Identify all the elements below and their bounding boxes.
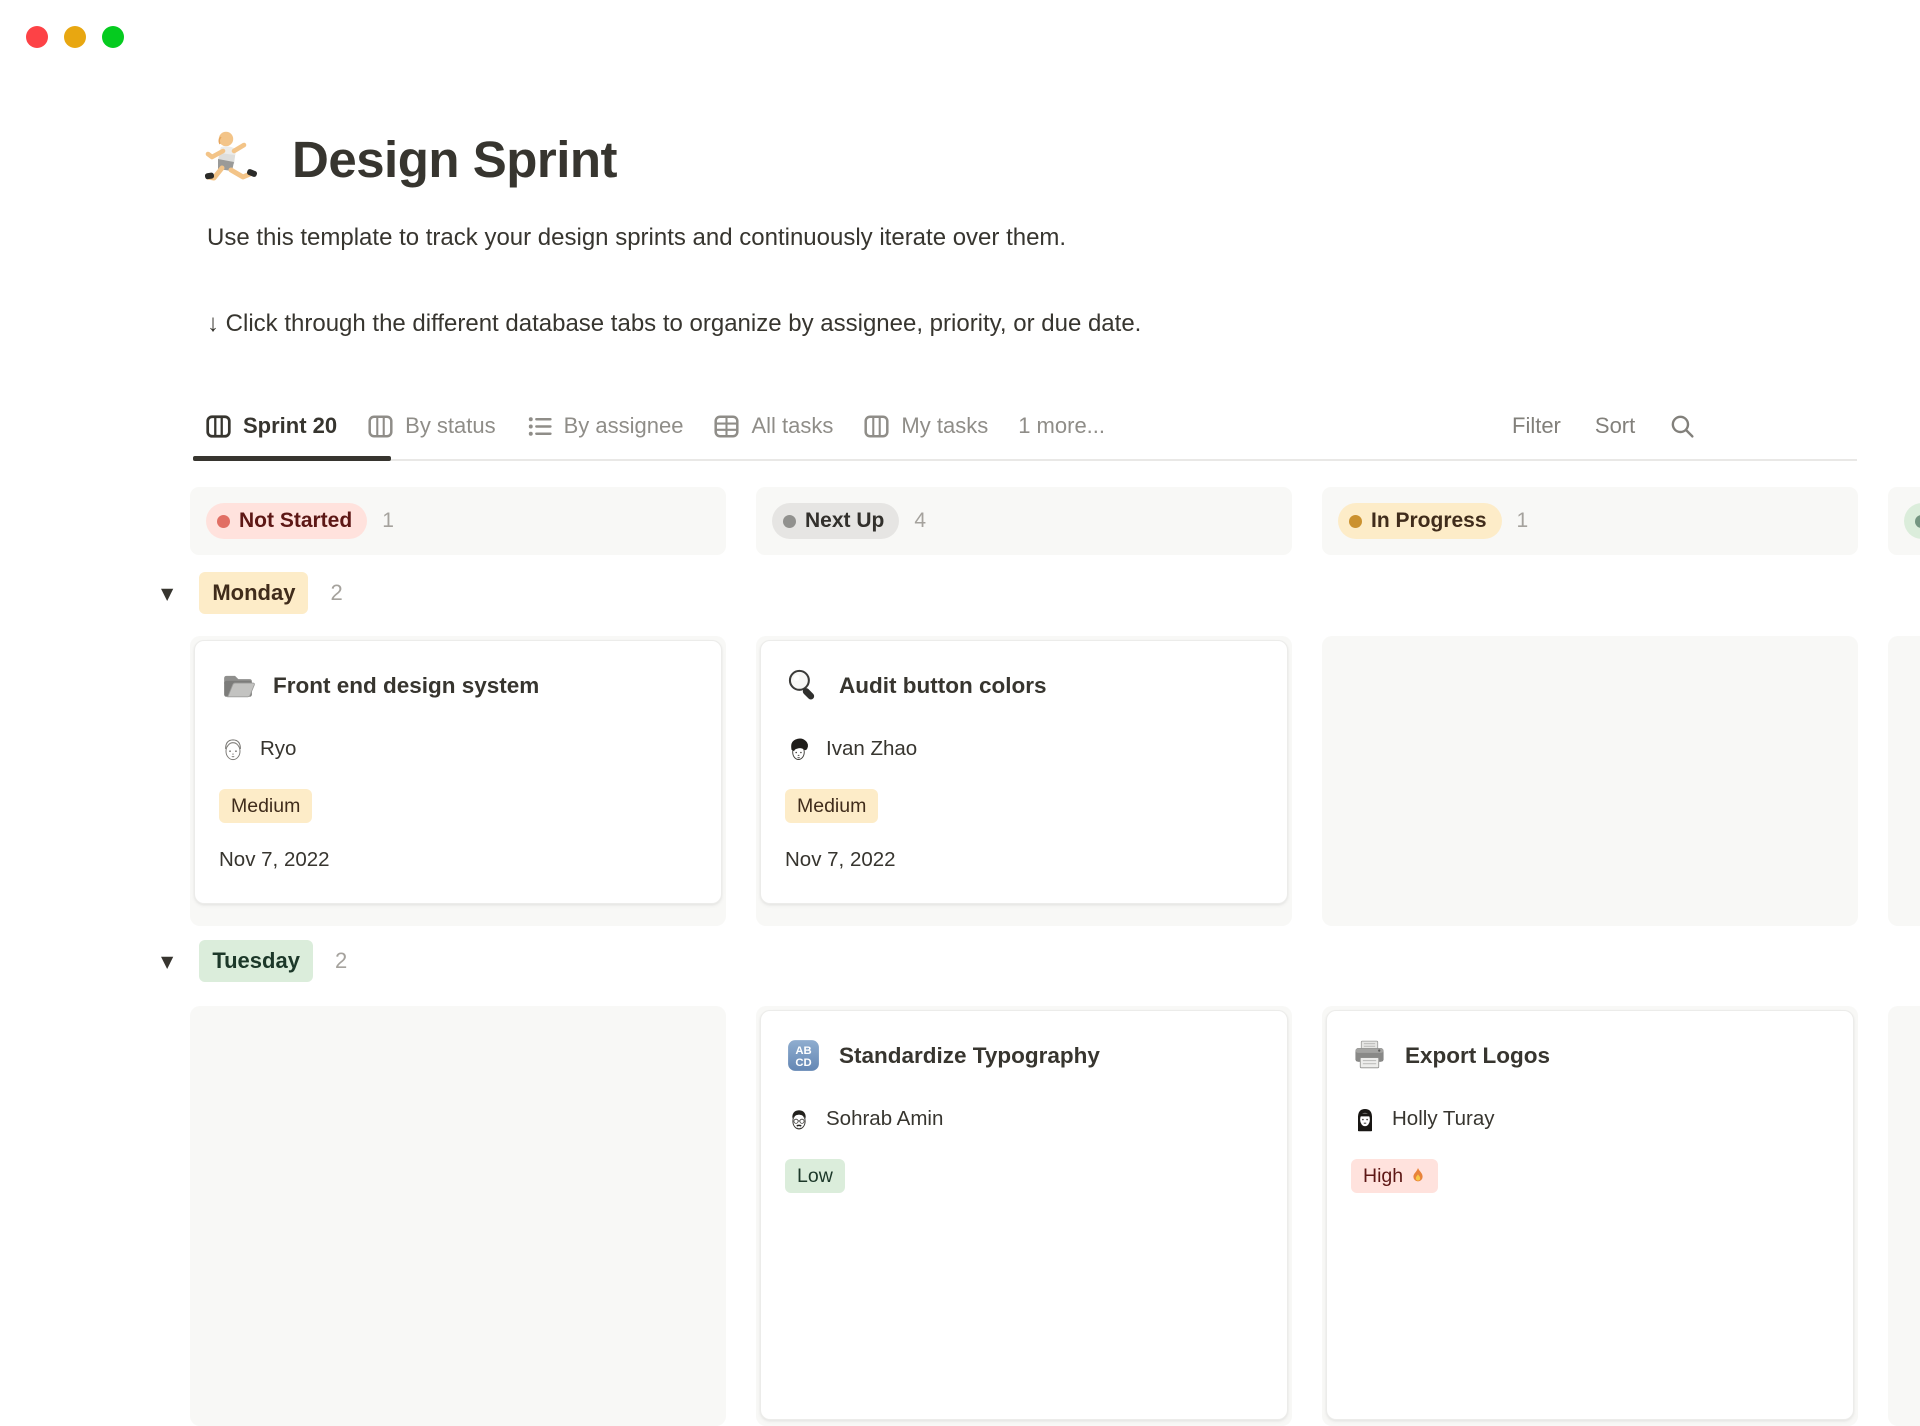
card-title: Standardize Typography <box>839 1043 1100 1069</box>
assignee-name: Sohrab Amin <box>826 1107 943 1131</box>
board-icon <box>367 413 394 440</box>
column-count: 4 <box>914 509 926 533</box>
column-header-in-progress: In Progress 1 <box>1322 487 1858 555</box>
board-cell: Export Logos Holly Turay High <box>1322 1006 1858 1426</box>
runner-icon[interactable] <box>205 128 269 192</box>
board-cell: Front end design system Ryo Medium Nov <box>190 636 726 926</box>
sohrab-avatar <box>785 1105 813 1133</box>
filter-button[interactable]: Filter <box>1512 413 1561 439</box>
group-badge[interactable]: Tuesday <box>199 940 313 982</box>
column-header-next-up: Next Up 4 <box>756 487 1292 555</box>
page-description[interactable]: Use this template to track your design s… <box>207 224 1066 252</box>
group-count: 2 <box>330 580 342 606</box>
card-title: Audit button colors <box>839 673 1046 699</box>
group-badge[interactable]: Monday <box>199 572 308 614</box>
tab-my-tasks[interactable]: My tasks <box>863 413 988 440</box>
assignee-name: Holly Turay <box>1392 1107 1495 1131</box>
board-icon <box>205 413 232 440</box>
priority-badge: Medium <box>219 789 312 823</box>
status-pill[interactable] <box>1904 503 1920 539</box>
tab-all-tasks[interactable]: All tasks <box>713 413 833 440</box>
due-date: Nov 7, 2022 <box>785 848 1263 872</box>
printer-icon <box>1351 1037 1388 1074</box>
board-cell-empty <box>1888 636 1920 926</box>
card-title: Export Logos <box>1405 1043 1550 1069</box>
status-pill[interactable]: Next Up <box>772 503 899 539</box>
magnifier-icon <box>785 667 822 704</box>
traffic-light-minimize[interactable] <box>64 26 86 48</box>
board-cell-empty <box>190 1006 726 1426</box>
task-card[interactable]: Export Logos Holly Turay High <box>1326 1010 1854 1420</box>
task-card[interactable]: Front end design system Ryo Medium Nov <box>194 640 722 904</box>
status-dot <box>1915 515 1920 528</box>
tab-by-status[interactable]: By status <box>367 413 495 440</box>
svg-text:AB: AB <box>795 1045 811 1057</box>
ryo-avatar <box>219 735 247 763</box>
group-header-monday: ▼ Monday 2 <box>161 572 343 614</box>
board-cell: AB CD Standardize Typography Soh <box>756 1006 1292 1426</box>
task-card[interactable]: Audit button colors Ivan Zhao Medium Nov… <box>760 640 1288 904</box>
status-pill[interactable]: In Progress <box>1338 503 1502 539</box>
board-cell-empty <box>1322 636 1858 926</box>
window-controls <box>26 26 124 48</box>
status-pill[interactable]: Not Started <box>206 503 367 539</box>
board-icon <box>863 413 890 440</box>
flame-icon <box>1410 1167 1426 1185</box>
design-sprint-page: { "window": { "traffic_lights": [ { "nam… <box>0 0 1920 1200</box>
tab-by-assignee[interactable]: By assignee <box>526 413 684 440</box>
column-count: 1 <box>1517 509 1529 533</box>
traffic-light-zoom[interactable] <box>102 26 124 48</box>
list-icon <box>526 413 553 440</box>
active-tab-underline <box>193 456 391 461</box>
view-tabs: Sprint 20 By status By assignee All task… <box>205 400 1105 452</box>
due-date: Nov 7, 2022 <box>219 848 697 872</box>
sort-button[interactable]: Sort <box>1595 413 1635 439</box>
tab-more[interactable]: 1 more... <box>1018 413 1105 439</box>
status-dot <box>217 515 230 528</box>
page-hint[interactable]: ↓ Click through the different database t… <box>207 310 1141 338</box>
status-dot <box>783 515 796 528</box>
board-cell: Audit button colors Ivan Zhao Medium Nov… <box>756 636 1292 926</box>
folder-icon <box>219 667 256 704</box>
page-title[interactable]: Design Sprint <box>292 130 617 189</box>
search-icon[interactable] <box>1669 413 1696 440</box>
group-header-tuesday: ▼ Tuesday 2 <box>161 940 347 982</box>
assignee-name: Ryo <box>260 737 296 761</box>
priority-badge: Low <box>785 1159 845 1193</box>
board-cell-empty <box>1888 1006 1920 1426</box>
priority-badge: Medium <box>785 789 878 823</box>
status-dot <box>1349 515 1362 528</box>
collapse-triangle-icon[interactable]: ▼ <box>161 584 173 603</box>
traffic-light-close[interactable] <box>26 26 48 48</box>
column-count: 1 <box>382 509 394 533</box>
priority-badge: High <box>1351 1159 1438 1193</box>
group-count: 2 <box>335 948 347 974</box>
view-actions: Filter Sort <box>1512 400 1696 452</box>
table-icon <box>713 413 740 440</box>
tabbar-divider <box>193 459 1857 461</box>
assignee-name: Ivan Zhao <box>826 737 917 761</box>
column-header-partial <box>1888 487 1920 555</box>
ivan-avatar <box>785 735 813 763</box>
svg-text:CD: CD <box>795 1057 811 1069</box>
abcd-icon: AB CD <box>785 1037 822 1074</box>
tab-sprint-20[interactable]: Sprint 20 <box>205 413 337 440</box>
holly-avatar <box>1351 1105 1379 1133</box>
task-card[interactable]: AB CD Standardize Typography Soh <box>760 1010 1288 1420</box>
collapse-triangle-icon[interactable]: ▼ <box>161 952 173 971</box>
column-header-not-started: Not Started 1 <box>190 487 726 555</box>
card-title: Front end design system <box>273 673 539 699</box>
